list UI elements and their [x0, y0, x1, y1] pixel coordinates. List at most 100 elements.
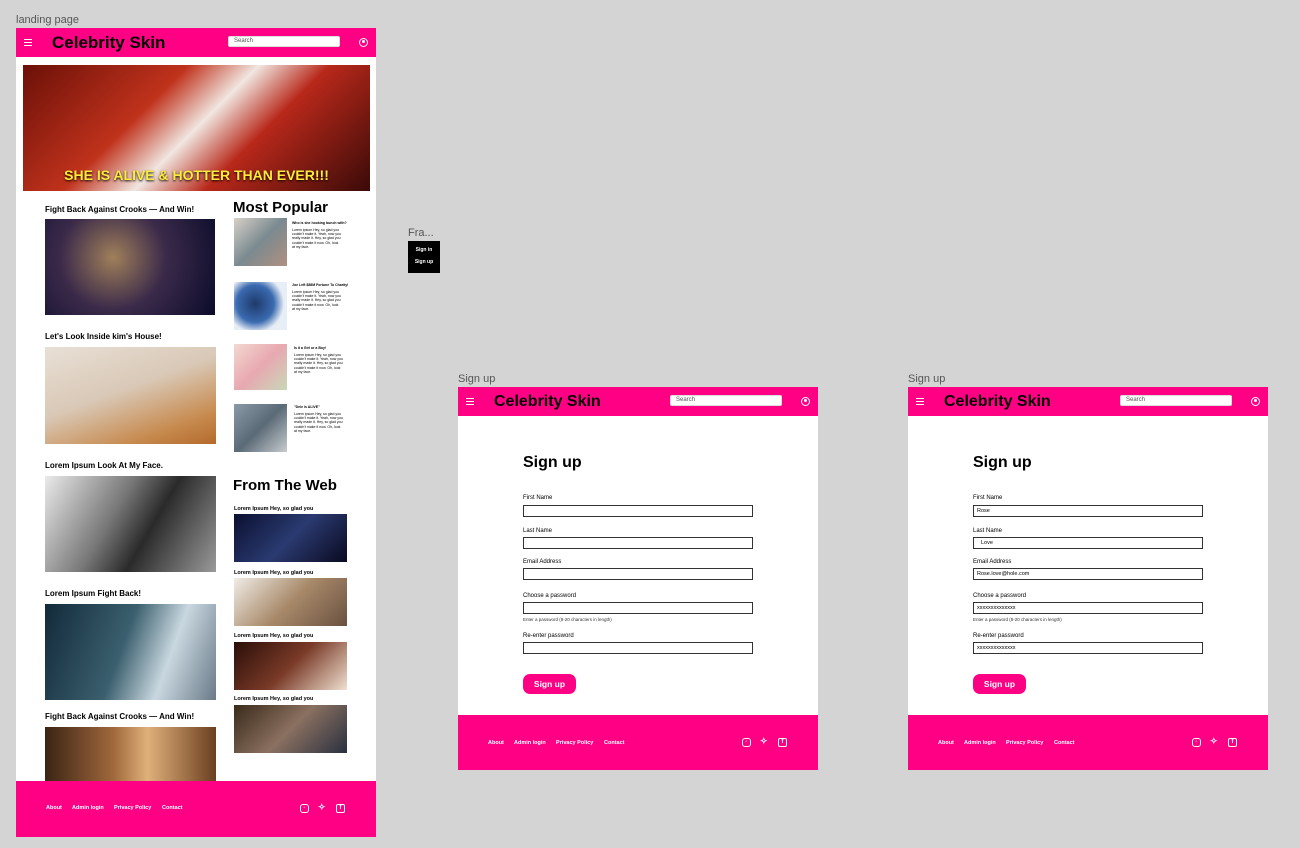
last-name-label: Last Name: [973, 528, 1003, 534]
password-hint: Enter a password (8-20 characters in len…: [973, 617, 1062, 622]
user-account-icon[interactable]: [359, 38, 368, 47]
brand-logo[interactable]: Celebrity Skin: [944, 393, 1051, 411]
first-name-field[interactable]: Rose: [973, 505, 1203, 517]
story-image[interactable]: [45, 219, 215, 315]
page-title: Sign up: [973, 454, 1032, 471]
popular-item-image[interactable]: [234, 344, 287, 390]
story-title[interactable]: Let's Look Inside kim's House!: [45, 332, 162, 341]
email-label: Email Address: [973, 559, 1012, 565]
page-title: Sign up: [523, 454, 582, 471]
footer-link-contact[interactable]: Contact: [162, 805, 182, 811]
web-item-title[interactable]: Lorem Ipsum Hey, so glad you: [234, 506, 313, 512]
popular-item-image[interactable]: [234, 404, 287, 452]
story-image[interactable]: [45, 347, 216, 444]
last-name-field[interactable]: Love: [973, 537, 1203, 549]
search-input[interactable]: Search: [670, 395, 782, 406]
password-hint: Enter a password (8-20 characters in len…: [523, 617, 612, 622]
web-item-title[interactable]: Lorem Ipsum Hey, so glad you: [234, 696, 313, 702]
popular-item-excerpt: Lorem ipsum Hey, so glad you couldn't ma…: [294, 353, 343, 374]
popular-item-image[interactable]: [234, 282, 287, 330]
footer-link-admin-login[interactable]: Admin login: [964, 740, 996, 746]
hero-headline[interactable]: SHE IS ALIVE & HOTTER THAN EVER!!!: [23, 167, 370, 183]
facebook-icon[interactable]: f: [336, 804, 345, 813]
reenter-password-label: Re-enter password: [973, 633, 1024, 639]
user-account-icon[interactable]: [801, 397, 810, 406]
popular-item-image[interactable]: [234, 218, 287, 266]
twitter-icon[interactable]: ✧: [1210, 737, 1218, 746]
footer-link-privacy-policy[interactable]: Privacy Policy: [1006, 740, 1043, 746]
story-title[interactable]: Lorem Ipsum Fight Back!: [45, 589, 141, 598]
sign-in-menu-item[interactable]: Sign in: [408, 247, 440, 253]
hamburger-menu-icon[interactable]: [466, 398, 474, 406]
story-title[interactable]: Lorem Ipsum Look At My Face.: [45, 461, 163, 470]
last-name-label: Last Name: [523, 528, 553, 534]
site-footer: About Admin login Privacy Policy Contact…: [908, 715, 1268, 770]
search-input[interactable]: Search: [1120, 395, 1232, 406]
web-item-title[interactable]: Lorem Ipsum Hey, so glad you: [234, 633, 313, 639]
frame-label-popup: Fra...: [408, 227, 434, 239]
story-image[interactable]: [45, 727, 216, 781]
password-label: Choose a password: [973, 593, 1027, 599]
brand-logo[interactable]: Celebrity Skin: [494, 393, 601, 411]
facebook-icon[interactable]: f: [778, 738, 787, 747]
first-name-label: First Name: [523, 495, 553, 501]
password-field[interactable]: [523, 602, 753, 614]
hero-image[interactable]: SHE IS ALIVE & HOTTER THAN EVER!!!: [23, 65, 370, 191]
footer-link-admin-login[interactable]: Admin login: [72, 805, 104, 811]
first-name-field[interactable]: [523, 505, 753, 517]
story-title[interactable]: Fight Back Against Crooks — And Win!: [45, 712, 194, 721]
frame-label-signup: Sign up: [458, 373, 496, 385]
footer-link-contact[interactable]: Contact: [604, 740, 624, 746]
password-label: Choose a password: [523, 593, 577, 599]
site-footer: About Admin login Privacy Policy Contact…: [458, 715, 818, 770]
account-popup-menu: Sign in Sign up: [408, 241, 440, 273]
search-input[interactable]: Search: [228, 36, 340, 47]
brand-logo[interactable]: Celebrity Skin: [52, 33, 165, 53]
user-account-icon[interactable]: [1251, 397, 1260, 406]
popular-item-title[interactable]: Who is she hooking bunch with?: [292, 221, 347, 225]
footer-link-privacy-policy[interactable]: Privacy Policy: [556, 740, 593, 746]
facebook-icon[interactable]: f: [1228, 738, 1237, 747]
popular-item-title[interactable]: "Dele is ALIVE": [294, 405, 320, 409]
from-the-web-heading: From The Web: [233, 477, 337, 494]
footer-link-about[interactable]: About: [488, 740, 504, 746]
signup-filled-frame: Celebrity Skin Search Sign up First Name…: [908, 387, 1268, 770]
footer-link-about[interactable]: About: [46, 805, 62, 811]
reenter-password-field[interactable]: [523, 642, 753, 654]
email-field[interactable]: Rose.love@hole.com: [973, 568, 1203, 580]
footer-link-privacy-policy[interactable]: Privacy Policy: [114, 805, 151, 811]
web-item-image[interactable]: [234, 642, 347, 690]
last-name-field[interactable]: [523, 537, 753, 549]
web-item-image[interactable]: [234, 578, 347, 626]
password-field[interactable]: xxxxxxxxxxxxxx: [973, 602, 1203, 614]
story-image[interactable]: [45, 476, 216, 572]
instagram-icon[interactable]: ◦: [300, 804, 309, 813]
web-item-image[interactable]: [234, 705, 347, 753]
frame-label-landing: landing page: [16, 14, 80, 26]
footer-link-admin-login[interactable]: Admin login: [514, 740, 546, 746]
instagram-icon[interactable]: ◦: [1192, 738, 1201, 747]
reenter-password-label: Re-enter password: [523, 633, 574, 639]
popular-item-title[interactable]: Is it a Girl or a Boy!: [294, 346, 326, 350]
email-field[interactable]: [523, 568, 753, 580]
story-image[interactable]: [45, 604, 216, 700]
instagram-icon[interactable]: ◦: [742, 738, 751, 747]
sign-up-menu-item[interactable]: Sign up: [408, 259, 440, 265]
web-item-title[interactable]: Lorem Ipsum Hey, so glad you: [234, 570, 313, 576]
most-popular-heading: Most Popular: [233, 199, 329, 216]
signup-button[interactable]: Sign up: [973, 674, 1026, 694]
site-header: Celebrity Skin Search: [458, 387, 818, 416]
signup-button[interactable]: Sign up: [523, 674, 576, 694]
footer-link-about[interactable]: About: [938, 740, 954, 746]
popular-item-excerpt: Lorem ipsum Hey, so glad you couldn't ma…: [292, 228, 341, 249]
twitter-icon[interactable]: ✧: [318, 803, 326, 812]
reenter-password-field[interactable]: xxxxxxxxxxxxxx: [973, 642, 1203, 654]
twitter-icon[interactable]: ✧: [760, 737, 768, 746]
hamburger-menu-icon[interactable]: [24, 39, 32, 47]
popular-item-title[interactable]: Joe Left $88M Fortune To Charity!: [292, 283, 348, 287]
footer-link-contact[interactable]: Contact: [1054, 740, 1074, 746]
story-title[interactable]: Fight Back Against Crooks — And Win!: [45, 205, 194, 214]
hamburger-menu-icon[interactable]: [916, 398, 924, 406]
first-name-label: First Name: [973, 495, 1003, 501]
web-item-image[interactable]: [234, 514, 347, 562]
